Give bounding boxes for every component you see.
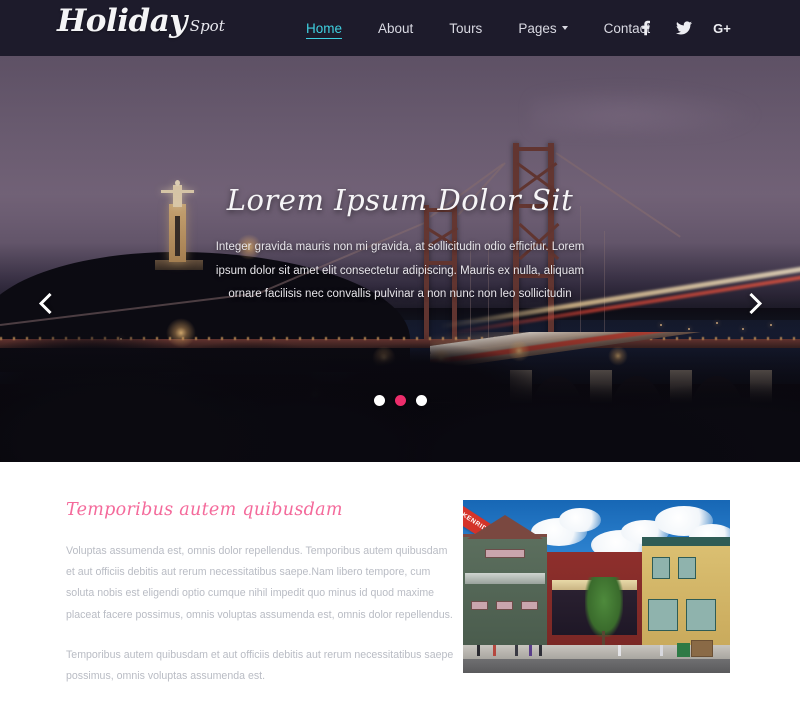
road xyxy=(463,659,730,673)
pedestrian xyxy=(660,645,663,656)
nav-label-tours: Tours xyxy=(449,20,483,36)
cloud xyxy=(559,508,601,532)
storefront-awning xyxy=(465,573,545,584)
nav-label-pages: Pages xyxy=(518,20,557,36)
storefront-window xyxy=(521,601,538,610)
hero-description: Integer gravida mauris non mi gravida, a… xyxy=(215,241,585,301)
pedestrian xyxy=(493,645,496,656)
logo-primary-text: Holiday xyxy=(57,3,187,39)
carousel-indicators xyxy=(0,395,800,406)
hero-title: Lorem Ipsum Dolor Sit xyxy=(226,183,574,217)
pedestrian xyxy=(529,645,532,656)
storefront-window xyxy=(678,557,696,579)
nav-item-home[interactable]: Home xyxy=(288,0,360,56)
storefront-yellow xyxy=(642,537,730,647)
hero-carousel: Lorem Ipsum Dolor Sit Integer gravida ma… xyxy=(0,56,800,462)
nav-item-about[interactable]: About xyxy=(360,0,431,56)
carousel-dot-3[interactable] xyxy=(415,395,427,406)
chevron-right-icon xyxy=(740,292,763,314)
pedestrian xyxy=(539,645,542,656)
trash-bin xyxy=(677,643,690,657)
pedestrian xyxy=(515,645,518,656)
street-crate xyxy=(691,640,713,657)
chevron-left-icon xyxy=(38,292,61,314)
nav-item-pages[interactable]: Pages xyxy=(500,0,585,56)
storefront-window xyxy=(686,599,716,631)
site-header: Holiday Spot Home About Tours Pages Conta… xyxy=(0,0,800,56)
twitter-icon[interactable] xyxy=(676,20,692,36)
street-scene-photo: CKENRIDGE MUSEUM xyxy=(463,500,730,673)
pedestrian xyxy=(477,645,480,656)
carousel-dot-2[interactable] xyxy=(394,395,406,406)
carousel-dot-1[interactable] xyxy=(373,395,385,406)
nav-label-home: Home xyxy=(306,20,343,36)
nav-label-about: About xyxy=(378,20,414,36)
content-text-column: Temporibus autem quibusdam Voluptas assu… xyxy=(66,500,458,706)
storefront-window xyxy=(652,557,670,579)
storefront-cornice xyxy=(642,537,730,546)
storefront-window xyxy=(471,601,488,610)
storefront-window xyxy=(648,599,678,631)
section-paragraph-2: Temporibus autem quibusdam et aut offici… xyxy=(66,648,454,682)
facebook-icon[interactable] xyxy=(638,20,654,36)
section-heading: Temporibus autem quibusdam xyxy=(66,500,343,520)
google-plus-label: G+ xyxy=(713,20,731,36)
logo-secondary-text: Spot xyxy=(189,17,225,35)
page-root: Holiday Spot Home About Tours Pages Conta… xyxy=(0,0,800,708)
carousel-prev-button[interactable] xyxy=(28,284,66,322)
storefront-green xyxy=(463,515,547,647)
social-links: G+ xyxy=(638,0,731,56)
site-logo[interactable]: Holiday Spot xyxy=(57,6,225,37)
pedestrian xyxy=(618,645,621,656)
storefront-window xyxy=(496,601,513,610)
section-paragraph-1: Voluptas assumenda est, omnis dolor repe… xyxy=(66,545,453,621)
main-navigation: Home About Tours Pages Contact xyxy=(288,0,668,56)
street-tree xyxy=(585,577,623,637)
google-plus-icon[interactable]: G+ xyxy=(713,20,731,36)
storefront-window xyxy=(485,549,525,558)
nav-item-tours[interactable]: Tours xyxy=(431,0,500,56)
content-photo: CKENRIDGE MUSEUM xyxy=(463,500,730,673)
carousel-next-button[interactable] xyxy=(735,284,773,322)
chevron-down-icon xyxy=(561,26,568,30)
